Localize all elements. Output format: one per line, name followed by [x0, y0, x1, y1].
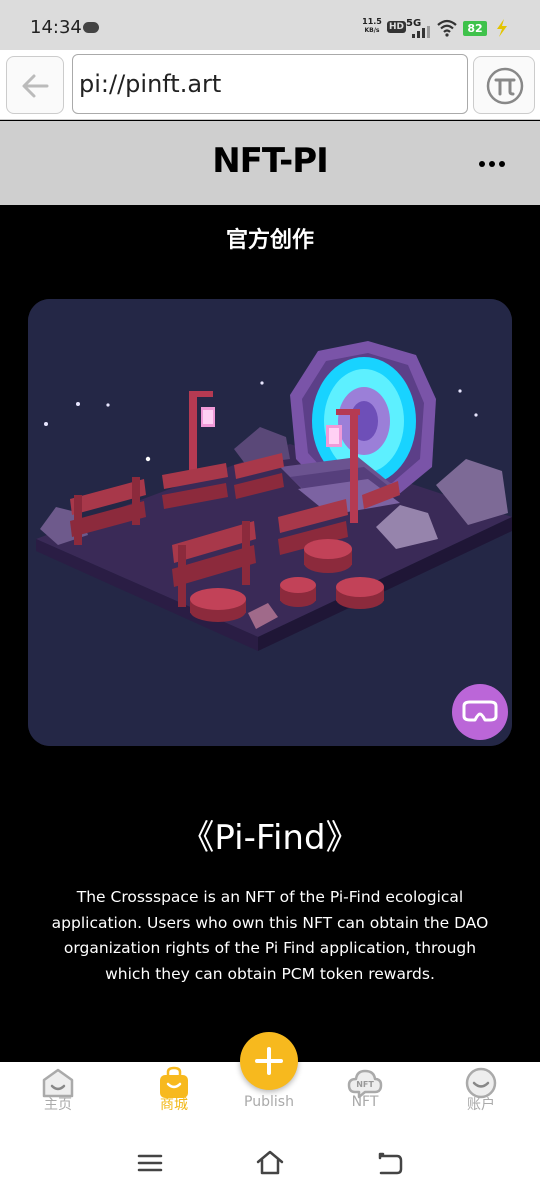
net-speed-unit: KB/s	[364, 27, 380, 34]
plus-icon	[255, 1047, 283, 1075]
tab-store[interactable]: 商城	[129, 1062, 219, 1126]
browser-toolbar: pi://pinft.art	[0, 50, 540, 120]
menu-lines-icon[interactable]	[135, 1148, 165, 1178]
page-title: NFT-PI	[212, 141, 329, 181]
more-dots-icon[interactable]	[474, 159, 510, 169]
back-button[interactable]	[6, 56, 64, 114]
wechat-icon	[83, 22, 99, 33]
back-return-icon[interactable]	[375, 1148, 405, 1178]
home-outline-icon[interactable]	[255, 1148, 285, 1178]
signal-icon	[412, 26, 432, 38]
charging-icon	[497, 19, 507, 37]
tab-account-label: 账户	[467, 1097, 495, 1113]
back-arrow-icon	[22, 74, 49, 98]
pi-browser-button[interactable]	[473, 56, 535, 114]
hd-badge: HD	[387, 21, 407, 33]
system-nav-bar	[0, 1126, 540, 1200]
tab-nft-label: NFT	[351, 1094, 379, 1110]
status-bar: 14:34 11.5 KB/s HD 5G 82	[0, 0, 540, 50]
tab-account[interactable]: 账户	[436, 1062, 526, 1126]
nft-artwork-image[interactable]	[28, 299, 512, 746]
nft-artwork-illustration	[28, 299, 512, 746]
publish-button[interactable]	[240, 1032, 298, 1090]
net-speed-value: 11.5	[362, 17, 382, 26]
tab-store-label: 商城	[160, 1097, 188, 1113]
publish-label: Publish	[244, 1094, 294, 1110]
wifi-icon	[437, 19, 457, 37]
section-title: 官方创作	[225, 228, 314, 253]
tab-home[interactable]: 主页	[13, 1062, 103, 1126]
tab-nft[interactable]: NFT NFT	[320, 1062, 410, 1126]
vr-headset-icon	[462, 700, 498, 722]
url-field[interactable]: pi://pinft.art	[72, 54, 468, 114]
tab-home-label: 主页	[44, 1097, 72, 1113]
nft-description: The Crossspace is an NFT of the Pi-Find …	[51, 888, 489, 983]
net-speed: 11.5 KB/s	[362, 18, 382, 35]
battery-icon: 82	[463, 21, 487, 36]
status-time: 14:34	[30, 17, 82, 38]
nft-name: 《Pi-Find》	[180, 818, 360, 858]
svg-text:NFT: NFT	[356, 1080, 374, 1089]
vr-view-button[interactable]	[452, 684, 508, 740]
pi-logo-icon	[486, 67, 524, 105]
app-header: NFT-PI	[0, 121, 540, 205]
